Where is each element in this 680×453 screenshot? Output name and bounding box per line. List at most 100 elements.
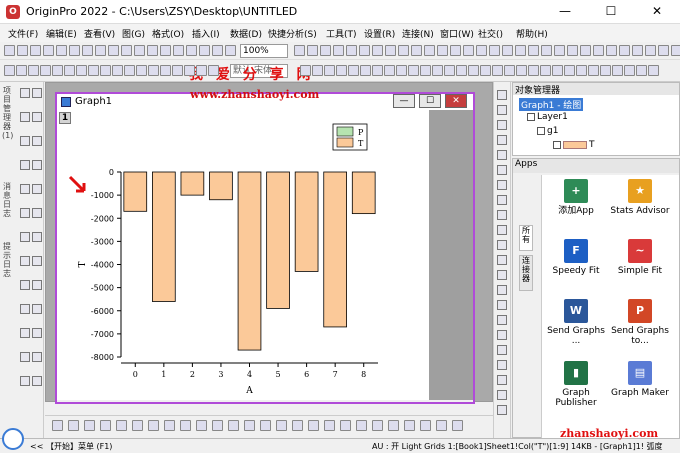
format-button[interactable]	[480, 65, 491, 76]
left-tool-button[interactable]	[20, 232, 30, 242]
toolbar-button[interactable]	[606, 45, 617, 56]
tab-all-apps[interactable]: 所有	[519, 225, 533, 251]
bottom-tool-button[interactable]	[196, 420, 207, 431]
format-button[interactable]	[624, 65, 635, 76]
tab-connectors[interactable]: 连接器	[519, 255, 533, 291]
left-tool-button[interactable]	[20, 352, 30, 362]
bottom-tool-button[interactable]	[228, 420, 239, 431]
format-button[interactable]	[588, 65, 599, 76]
format-button[interactable]	[88, 65, 99, 76]
menu-help[interactable]: 帮助(H)	[516, 27, 548, 40]
format-button[interactable]	[16, 65, 27, 76]
menu-insert[interactable]: 插入(I)	[192, 27, 220, 40]
tree-item-layer[interactable]: Layer1	[527, 112, 568, 122]
format-button[interactable]	[312, 65, 323, 76]
tree-item-plot[interactable]: T	[553, 140, 595, 150]
toolbar-button[interactable]	[108, 45, 119, 56]
toolbar-button[interactable]	[56, 45, 67, 56]
toolbar-button[interactable]	[82, 45, 93, 56]
menu-format[interactable]: 格式(O)	[152, 27, 184, 40]
toolbar-button[interactable]	[502, 45, 513, 56]
side-tool-button[interactable]	[497, 285, 507, 295]
format-button[interactable]	[468, 65, 479, 76]
format-button[interactable]	[136, 65, 147, 76]
side-tool-button[interactable]	[497, 120, 507, 130]
side-tool-button[interactable]	[497, 105, 507, 115]
side-tool-button[interactable]	[497, 165, 507, 175]
left-tool-button[interactable]	[32, 208, 42, 218]
format-button[interactable]	[432, 65, 443, 76]
bottom-tool-button[interactable]	[356, 420, 367, 431]
left-tool-button[interactable]	[20, 376, 30, 386]
left-tool-button[interactable]	[20, 304, 30, 314]
toolbar-button[interactable]	[567, 45, 578, 56]
tree-item-graph[interactable]: Graph1 - 绘图	[519, 98, 584, 111]
format-button[interactable]	[384, 65, 395, 76]
toolbar-button[interactable]	[450, 45, 461, 56]
bar-chart[interactable]: 0 -1000 -2000 -3000 -4000 -5000 -6000 -7000 -800…	[57, 110, 429, 400]
toolbar-button[interactable]	[580, 45, 591, 56]
menu-tools[interactable]: 工具(T)	[326, 27, 357, 40]
toolbar-button[interactable]	[333, 45, 344, 56]
bottom-tool-button[interactable]	[180, 420, 191, 431]
toolbar-button[interactable]	[645, 45, 656, 56]
bottom-tool-button[interactable]	[212, 420, 223, 431]
bottom-tool-button[interactable]	[244, 420, 255, 431]
menu-settings[interactable]: 设置(R)	[364, 27, 395, 40]
toolbar-button[interactable]	[160, 45, 171, 56]
bottom-tool-button[interactable]	[388, 420, 399, 431]
toolbar-button[interactable]	[528, 45, 539, 56]
left-tool-button[interactable]	[32, 328, 42, 338]
format-button[interactable]	[636, 65, 647, 76]
toolbar-button[interactable]	[398, 45, 409, 56]
format-button[interactable]	[516, 65, 527, 76]
format-button[interactable]	[76, 65, 87, 76]
toolbar-button[interactable]	[632, 45, 643, 56]
toolbar-button[interactable]	[515, 45, 526, 56]
format-button[interactable]	[444, 65, 455, 76]
tab-project-manager[interactable]: 项目管理器(1)	[2, 86, 13, 140]
format-button[interactable]	[4, 65, 15, 76]
left-tool-button[interactable]	[32, 256, 42, 266]
left-tool-button[interactable]	[32, 136, 42, 146]
menu-social[interactable]: 社交()	[478, 27, 503, 40]
format-button[interactable]	[172, 65, 183, 76]
menu-connect[interactable]: 连接(N)	[402, 27, 434, 40]
side-tool-button[interactable]	[497, 375, 507, 385]
toolbar-button[interactable]	[147, 45, 158, 56]
format-button[interactable]	[564, 65, 575, 76]
minimize-button[interactable]: —	[542, 0, 588, 24]
bottom-tool-button[interactable]	[148, 420, 159, 431]
toolbar-button[interactable]	[658, 45, 669, 56]
format-button[interactable]	[184, 65, 195, 76]
toolbar-button[interactable]	[424, 45, 435, 56]
side-tool-button[interactable]	[497, 90, 507, 100]
toolbar-button[interactable]	[69, 45, 80, 56]
left-tool-button[interactable]	[20, 88, 30, 98]
format-button[interactable]	[396, 65, 407, 76]
format-button[interactable]	[64, 65, 75, 76]
menu-data[interactable]: 数据(D)	[230, 27, 262, 40]
bottom-tool-button[interactable]	[372, 420, 383, 431]
toolbar-button[interactable]	[411, 45, 422, 56]
format-button[interactable]	[552, 65, 563, 76]
format-button[interactable]	[540, 65, 551, 76]
left-tool-button[interactable]	[32, 304, 42, 314]
bottom-tool-button[interactable]	[52, 420, 63, 431]
bottom-tool-button[interactable]	[132, 420, 143, 431]
toolbar-button[interactable]	[121, 45, 132, 56]
menu-window[interactable]: 窗口(W)	[440, 27, 474, 40]
format-button[interactable]	[300, 65, 311, 76]
left-tool-button[interactable]	[20, 328, 30, 338]
format-button[interactable]	[576, 65, 587, 76]
toolbar-button[interactable]	[385, 45, 396, 56]
bottom-tool-button[interactable]	[404, 420, 415, 431]
left-tool-button[interactable]	[32, 184, 42, 194]
format-button[interactable]	[148, 65, 159, 76]
toolbar-button[interactable]	[320, 45, 331, 56]
toolbar-button[interactable]	[437, 45, 448, 56]
left-tool-button[interactable]	[20, 184, 30, 194]
group-checkbox[interactable]	[537, 126, 545, 135]
close-button[interactable]: ✕	[634, 0, 680, 24]
left-tool-button[interactable]	[20, 136, 30, 146]
